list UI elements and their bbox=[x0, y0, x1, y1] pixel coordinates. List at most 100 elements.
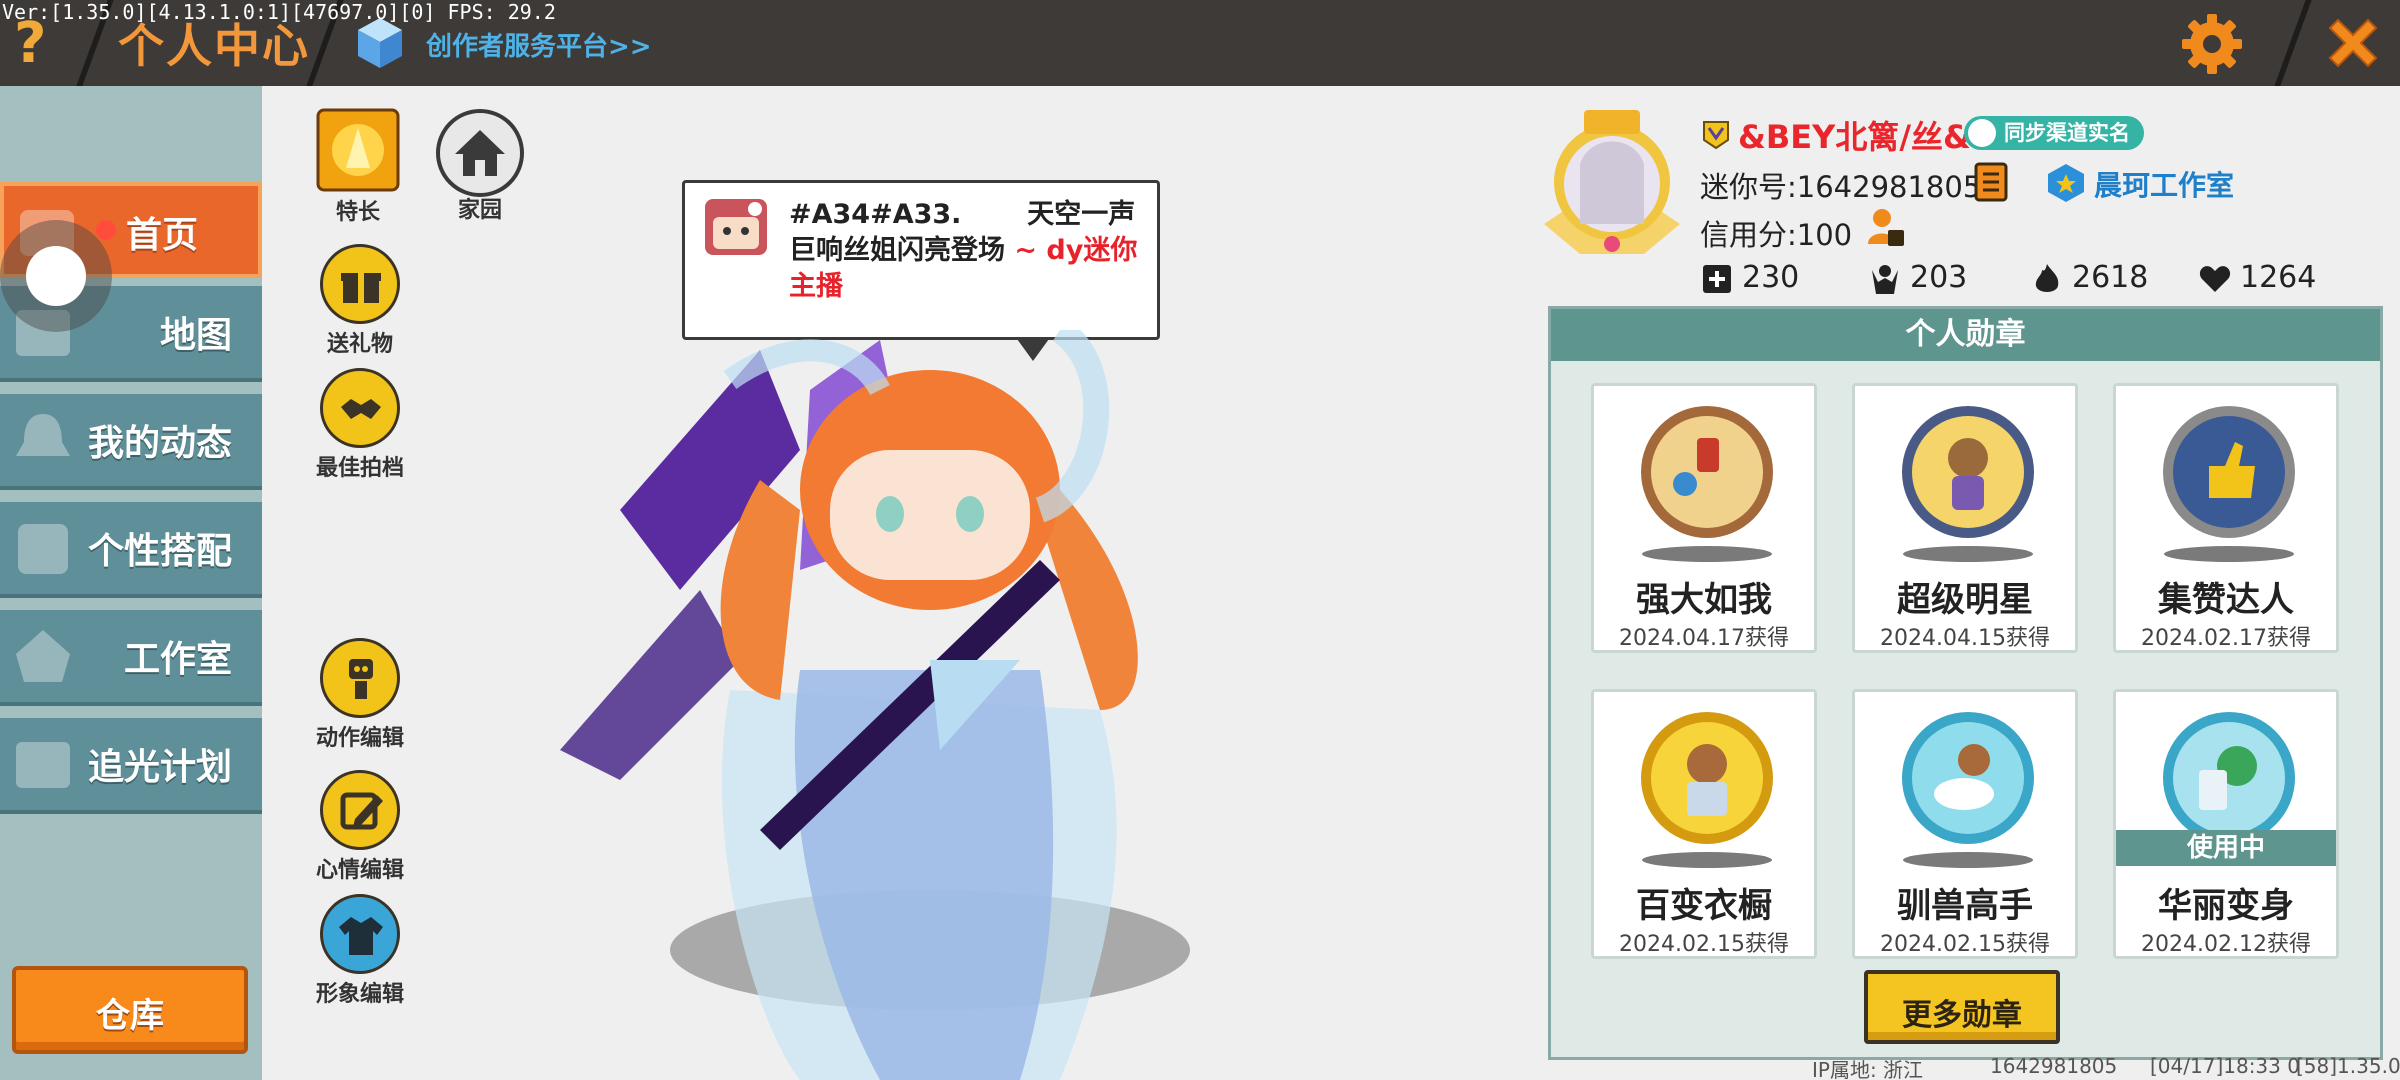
medal-date: 2024.02.17获得 bbox=[2141, 626, 2311, 651]
sidebar-item-label: 首页 bbox=[125, 215, 198, 256]
medal-name: 超级明星 bbox=[1897, 580, 2033, 620]
gift-label: 送礼物 bbox=[326, 332, 393, 357]
gift-icon bbox=[320, 244, 400, 324]
specialty-label: 特长 bbox=[335, 200, 380, 225]
medal-card[interactable]: 超级明星 2024.04.15获得 bbox=[1852, 383, 2078, 653]
medal-date: 2024.04.17获得 bbox=[1619, 626, 1789, 651]
medals-header: 个人勋章 bbox=[1551, 309, 2380, 361]
medal-shadow bbox=[1642, 546, 1772, 562]
handshake-icon bbox=[320, 368, 400, 448]
warehouse-label: 仓库 bbox=[96, 996, 164, 1036]
credit-score: 信用分:100 bbox=[1700, 218, 1853, 252]
speech-bubble: #A34#A33. 天空一声巨响丝姐闪亮登场 ~ dy迷你主播 bbox=[682, 180, 1160, 361]
medal-shadow bbox=[1903, 852, 2033, 868]
home-button[interactable]: 家园 bbox=[432, 108, 528, 224]
medal-date: 2024.02.15获得 bbox=[1619, 932, 1789, 957]
house-icon bbox=[436, 109, 524, 197]
medal-superstar-icon bbox=[1902, 406, 2034, 538]
sidebar-item-label: 追光计划 bbox=[87, 747, 232, 788]
medal-card[interactable]: 集赞达人 2024.02.17获得 bbox=[2113, 383, 2339, 653]
footer-id: 1642981805 bbox=[1990, 1054, 2118, 1078]
stat-value: 203 bbox=[1910, 260, 1968, 295]
flame-icon bbox=[2035, 264, 2059, 292]
medal-card[interactable]: 驯兽高手 2024.02.15获得 bbox=[1852, 689, 2078, 959]
pencil-edit-icon bbox=[320, 770, 400, 850]
bookmark-plus-icon bbox=[1703, 265, 1731, 293]
studio-nav-icon bbox=[16, 630, 70, 682]
home-label: 家园 bbox=[457, 198, 502, 223]
sidebar-item-label: 我的动态 bbox=[87, 423, 232, 464]
profile-avatar[interactable] bbox=[1534, 104, 1690, 260]
credit-person-icon[interactable] bbox=[1866, 206, 1906, 248]
medal-name: 驯兽高手 bbox=[1897, 886, 2033, 926]
outfit-nav-icon bbox=[18, 524, 68, 574]
creator-cube-icon[interactable] bbox=[356, 16, 404, 70]
player-avatar-character[interactable] bbox=[500, 330, 1330, 1080]
studio-link[interactable]: 晨珂工作室 bbox=[2094, 164, 2234, 204]
person-icon bbox=[1968, 119, 1996, 147]
medal-card[interactable]: 百变衣橱 2024.02.15获得 bbox=[1591, 689, 1817, 959]
medal-date: 2024.02.15获得 bbox=[1880, 932, 2050, 957]
sidebar-item-label: 工作室 bbox=[123, 639, 232, 680]
copy-icon[interactable] bbox=[1974, 162, 2008, 202]
specialty-icon bbox=[316, 108, 400, 192]
debug-info: Ver:[1.35.0][4.13.1.0:1][47697.0][0] FPS… bbox=[2, 0, 556, 24]
image-edit-label: 形象编辑 bbox=[315, 982, 404, 1007]
chase-light-nav-icon bbox=[16, 742, 70, 788]
medal-wardrobe-icon bbox=[1641, 712, 1773, 844]
more-medals-label: 更多勋章 bbox=[1902, 998, 2022, 1033]
shirt-icon bbox=[320, 894, 400, 974]
medal-card[interactable]: 使用中 华丽变身 2024.02.12获得 bbox=[2113, 689, 2339, 959]
bubble-message: #A34#A33. 天空一声巨响丝姐闪亮登场 ~ dy迷你主播 bbox=[789, 197, 1143, 305]
sidebar-item-chase-light[interactable]: 追光计划 bbox=[0, 718, 262, 814]
medal-likes-icon bbox=[2163, 406, 2295, 538]
medal-name: 集赞达人 bbox=[2158, 580, 2294, 620]
footer-session: [04/17]18:33 0 bbox=[2150, 1054, 2300, 1078]
medal-name: 强大如我 bbox=[1636, 580, 1772, 620]
medal-transform-icon bbox=[2163, 712, 2295, 844]
fans-icon bbox=[1872, 265, 1898, 294]
medal-date: 2024.02.12获得 bbox=[2141, 932, 2311, 957]
realname-sync-badge[interactable]: 同步渠道实名 bbox=[1964, 116, 2144, 150]
medal-shadow bbox=[2164, 546, 2294, 562]
virtual-joystick[interactable] bbox=[0, 220, 112, 332]
bell-nav-icon bbox=[16, 414, 70, 456]
action-edit-icon bbox=[320, 638, 400, 718]
vip-badge-icon bbox=[1703, 121, 1729, 150]
creator-platform-link[interactable]: 创作者服务平台>> bbox=[426, 26, 652, 63]
footer-version: [58]1.35.0 bbox=[2296, 1054, 2400, 1078]
close-icon[interactable] bbox=[2320, 10, 2386, 76]
best-partner-button[interactable]: 最佳拍档 bbox=[312, 368, 408, 482]
more-medals-button[interactable]: 更多勋章 bbox=[1864, 970, 2060, 1044]
heart-icon bbox=[2199, 266, 2231, 292]
notification-dot bbox=[96, 220, 116, 240]
medal-name: 华丽变身 bbox=[2158, 886, 2294, 926]
sidebar-item-label: 地图 bbox=[159, 315, 232, 356]
sidebar-item-activity[interactable]: 我的动态 bbox=[0, 394, 262, 490]
mini-id: 迷你号:1642981805 bbox=[1700, 170, 1982, 204]
medal-shadow bbox=[1642, 852, 1772, 868]
realname-label: 同步渠道实名 bbox=[2004, 121, 2130, 145]
send-gift-button[interactable]: 送礼物 bbox=[312, 244, 408, 358]
specialty-button[interactable]: 特长 bbox=[310, 108, 406, 226]
medal-card[interactable]: 强大如我 2024.04.17获得 bbox=[1591, 383, 1817, 653]
medals-panel: 个人勋章 强大如我 2024.04.17获得 超级明星 2024.04.15获得… bbox=[1548, 306, 2383, 1060]
stat-value: 2618 bbox=[2072, 260, 2149, 295]
gear-icon[interactable] bbox=[2180, 12, 2244, 76]
medal-tamer-icon bbox=[1902, 712, 2034, 844]
username: &BEY北篱/丝& bbox=[1738, 118, 1971, 156]
sidebar-item-studio[interactable]: 工作室 bbox=[0, 610, 262, 706]
warehouse-button[interactable]: 仓库 bbox=[12, 966, 248, 1054]
bubble-avatar-icon bbox=[705, 199, 767, 255]
medal-date: 2024.04.15获得 bbox=[1880, 626, 2050, 651]
sidebar-item-label: 个性搭配 bbox=[87, 531, 232, 572]
studio-icon[interactable] bbox=[2046, 162, 2086, 204]
mood-edit-button[interactable]: 心情编辑 bbox=[312, 770, 408, 884]
image-edit-button[interactable]: 形象编辑 bbox=[312, 894, 408, 1008]
sidebar-item-outfit[interactable]: 个性搭配 bbox=[0, 502, 262, 598]
divider bbox=[2274, 0, 2312, 86]
action-edit-button[interactable]: 动作编辑 bbox=[312, 638, 408, 752]
in-use-badge: 使用中 bbox=[2116, 830, 2336, 866]
medal-shadow bbox=[1903, 546, 2033, 562]
stat-value: 230 bbox=[1742, 260, 1800, 295]
